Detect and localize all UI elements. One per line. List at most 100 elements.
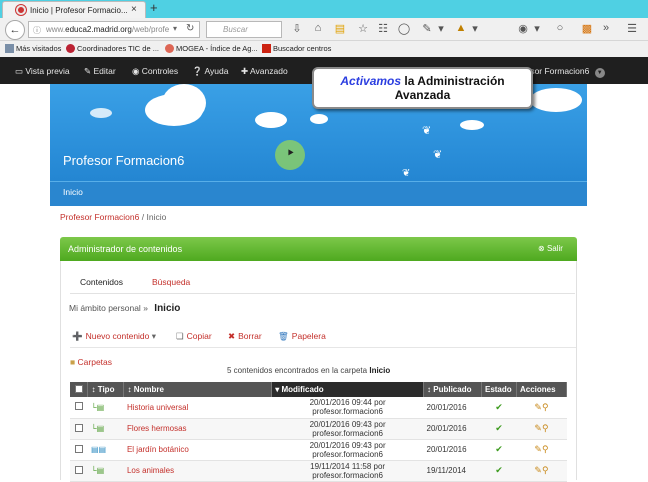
- info-icon[interactable]: ⓘ: [33, 25, 41, 36]
- tool-label: Copiar: [186, 331, 212, 341]
- scope-label[interactable]: Mi ámbito personal: [69, 303, 141, 313]
- site-favicon-icon: [165, 44, 174, 53]
- copy-button[interactable]: ❏ Copiar: [176, 331, 212, 342]
- chevron-down-icon: ▾: [151, 331, 157, 341]
- folders-label: Carpetas: [77, 357, 113, 367]
- bookmark-label: Más visitados: [16, 44, 62, 53]
- header-tipo[interactable]: ↕ Tipo: [87, 382, 125, 397]
- modified-cell: 20/01/2016 09:43 por profesor.formacion6: [271, 439, 424, 461]
- select-all-checkbox[interactable]: [75, 384, 83, 393]
- trash-button[interactable]: 🗑 Papelera: [278, 331, 326, 342]
- tab-busqueda[interactable]: Búsqueda: [152, 277, 190, 287]
- new-tab-button[interactable]: +: [150, 0, 158, 15]
- content-link[interactable]: El jardín botánico: [127, 445, 189, 454]
- eyedropper-icon[interactable]: ✎: [420, 22, 434, 35]
- chat-icon[interactable]: ○: [553, 22, 567, 34]
- row-checkbox[interactable]: [75, 444, 83, 453]
- dockbar-label: Ayuda: [204, 66, 229, 76]
- bookmark-most-visited[interactable]: Más visitados: [5, 44, 61, 53]
- exit-button[interactable]: ⊗ Salir: [538, 244, 563, 253]
- trash-icon: 🗑: [278, 331, 289, 341]
- dockbar-help[interactable]: ❔ Ayuda: [192, 66, 228, 77]
- home-icon[interactable]: ⌂: [311, 22, 325, 34]
- url-dropdown-icon[interactable]: ▾: [173, 24, 177, 33]
- breadcrumb-current: Inicio: [146, 212, 167, 222]
- table-row: └▤ Historia universal 20/01/2016 09:44 p…: [70, 397, 567, 419]
- modified-user: profesor.formacion6: [312, 470, 383, 480]
- name-cell: Los animales: [123, 460, 272, 482]
- site-favicon-icon: [262, 44, 271, 53]
- row-checkbox[interactable]: [75, 423, 83, 432]
- modified-date: 20/01/2016 09:44 por: [309, 398, 386, 408]
- browser-tab[interactable]: Inicio | Profesor Formacio... ×: [2, 1, 146, 18]
- tab-contenidos[interactable]: Contenidos: [80, 277, 123, 287]
- clipboard-icon[interactable]: ☷: [376, 22, 390, 35]
- header-nombre[interactable]: ↕ Nombre: [123, 382, 273, 397]
- dropdown-icon[interactable]: ▾: [468, 22, 482, 35]
- dockbar-preview[interactable]: ▭ Vista previa: [15, 66, 70, 77]
- breadcrumb-link[interactable]: Profesor Formacion6: [60, 212, 139, 222]
- paint-icon[interactable]: ▲: [454, 22, 468, 34]
- header-modificado[interactable]: ▾ Modificado: [271, 382, 425, 397]
- status-cell: ✔: [481, 439, 517, 461]
- site-title: Profesor Formacion6: [63, 153, 185, 168]
- bookmark-buscador[interactable]: Buscador centros: [262, 44, 331, 53]
- content-link[interactable]: Los animales: [127, 466, 174, 475]
- firefox-menu-icon[interactable]: ▩: [580, 22, 594, 35]
- actions-menu-icon[interactable]: ✎⚲: [534, 423, 548, 433]
- dockbar-edit[interactable]: ✎ Editar: [84, 66, 116, 77]
- new-content-button[interactable]: ➕ Nuevo contenido ▾: [72, 331, 156, 342]
- close-tab-icon[interactable]: ×: [131, 4, 137, 15]
- select-all-header[interactable]: [70, 382, 89, 397]
- bookmark-coordinadores[interactable]: Coordinadores TIC de ...: [66, 44, 159, 53]
- row-checkbox[interactable]: [75, 465, 83, 474]
- header-label: Acciones: [519, 385, 556, 394]
- download-icon[interactable]: ⇩: [290, 22, 304, 35]
- scope-breadcrumb: Mi ámbito personal » Inicio: [69, 303, 180, 314]
- search-input[interactable]: Buscar: [206, 21, 282, 38]
- row-checkbox[interactable]: [75, 402, 83, 411]
- addon-icon[interactable]: ◉: [516, 22, 530, 35]
- bookmark-star-icon[interactable]: ☆: [356, 22, 370, 35]
- row-select-cell: [70, 460, 88, 482]
- delete-button[interactable]: ✖ Borrar: [228, 331, 262, 342]
- actions-menu-icon[interactable]: ✎⚲: [534, 465, 548, 475]
- actions-menu-icon[interactable]: ✎⚲: [534, 402, 548, 412]
- butterfly-icon: ❦: [422, 125, 432, 137]
- reader-icon[interactable]: ▤: [333, 22, 347, 35]
- overflow-icon[interactable]: »: [599, 22, 613, 34]
- bookmarks-bar: Más visitados Coordinadores TIC de ... M…: [0, 41, 648, 57]
- reload-icon[interactable]: ↻: [186, 23, 194, 34]
- dropdown-icon[interactable]: ▾: [530, 22, 544, 35]
- folder-icon: ■: [70, 357, 76, 367]
- table-header-row: ↕ Tipo ↕ Nombre ▾ Modificado ↕ Publicado…: [70, 382, 568, 397]
- dockbar-advanced[interactable]: ✚ Avanzado: [241, 66, 288, 77]
- table-row: └▤ Los animales 19/11/2014 11:58 por prof…: [70, 460, 567, 482]
- bookmark-label: MOGEA - Índice de Ag...: [176, 44, 258, 53]
- approved-check-icon: ✔: [495, 401, 503, 412]
- actions-menu-icon[interactable]: ✎⚲: [534, 444, 548, 454]
- modified-user: profesor.formacion6: [312, 407, 383, 417]
- hamburger-menu-icon[interactable]: ☰: [625, 22, 639, 35]
- mouse-pointer-icon: ⯈: [286, 148, 295, 160]
- navigation-toolbar: ← www.educa2.madrid.org/web/profe ⓘ ▾ ↻ …: [0, 18, 648, 41]
- content-link[interactable]: Historia universal: [127, 403, 188, 412]
- tab-title: Inicio | Profesor Formacio...: [30, 6, 128, 15]
- pocket-icon[interactable]: ◯: [397, 22, 411, 35]
- nav-item-inicio[interactable]: Inicio: [63, 187, 83, 197]
- bookmark-mogea[interactable]: MOGEA - Índice de Ag...: [165, 44, 258, 53]
- back-button[interactable]: ←: [5, 20, 25, 40]
- dockbar-label: Vista previa: [25, 66, 70, 76]
- portlet-header: Administrador de contenidos ⊗ Salir: [60, 237, 577, 261]
- folders-link[interactable]: ■ Carpetas: [70, 357, 112, 367]
- approved-check-icon: ✔: [495, 465, 503, 475]
- web-page-icon: ▤▤: [90, 445, 107, 454]
- approved-check-icon: ✔: [495, 444, 503, 454]
- content-link[interactable]: Flores hermosas: [127, 424, 187, 433]
- type-cell: └▤: [87, 460, 124, 482]
- dockbar-controls[interactable]: ◉ Controles: [132, 66, 178, 77]
- dropdown-icon[interactable]: ▾: [434, 22, 448, 35]
- header-publicado[interactable]: ↕ Publicado: [423, 382, 482, 397]
- breadcrumb: Profesor Formacion6 / Inicio: [60, 212, 166, 222]
- modified-cell: 19/11/2014 11:58 por profesor.formacion6: [271, 460, 424, 482]
